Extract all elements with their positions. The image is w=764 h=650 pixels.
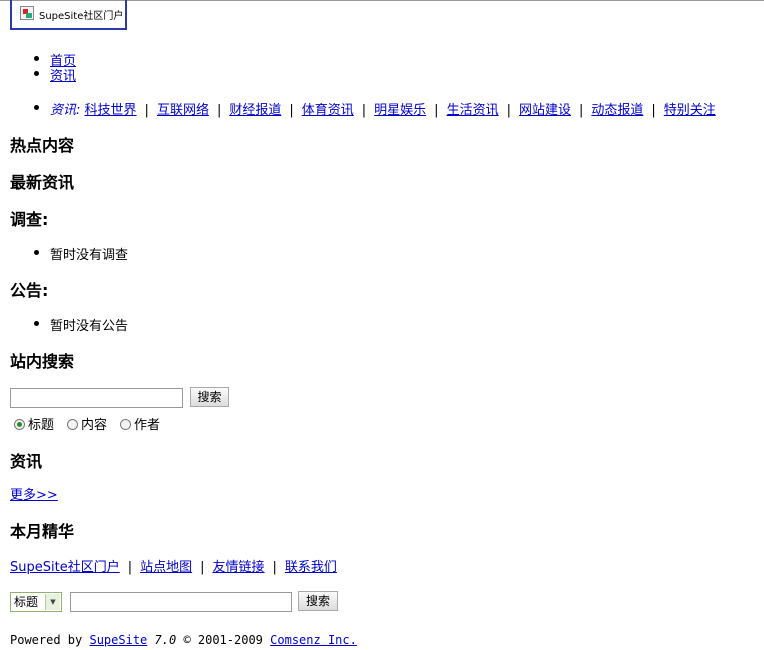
chevron-down-icon: ▼ [45, 594, 60, 610]
radio-author[interactable]: 作者 [120, 414, 160, 433]
radio-unchecked-icon [120, 419, 131, 430]
search-input[interactable] [10, 388, 183, 408]
radio-checked-icon [14, 419, 25, 430]
poll-empty-text: 暂时没有调查 [50, 248, 129, 263]
version: 7.0 [154, 633, 177, 647]
separator: | [651, 103, 656, 118]
search-type-select[interactable]: 标题 ▼ [10, 592, 62, 612]
search-button[interactable]: 搜索 [190, 387, 229, 407]
nav-item-news: 资讯 [34, 65, 76, 84]
list-item: 暂时没有调查 [34, 244, 128, 263]
bottom-search-input[interactable] [70, 592, 292, 612]
sub-nav-link[interactable]: 互联网络 [157, 103, 209, 118]
sub-nav-link[interactable]: 明星娱乐 [374, 103, 426, 118]
radio-unchecked-icon [67, 419, 78, 430]
radio-title[interactable]: 标题 [14, 414, 54, 433]
supesite-link[interactable]: SupeSite [89, 633, 147, 647]
sub-nav-link[interactable]: 生活资讯 [447, 103, 499, 118]
heading-search: 站内搜索 [10, 352, 75, 371]
broken-image-icon [20, 6, 34, 20]
list-item: 暂时没有公告 [34, 315, 128, 334]
heading-latest: 最新资讯 [10, 173, 75, 192]
site-logo[interactable]: SupeSite社区门户 [10, 0, 127, 30]
footer-link-friends[interactable]: 友情链接 [213, 560, 265, 575]
separator: | [127, 560, 133, 575]
heading-hot: 热点内容 [10, 136, 75, 155]
sub-nav-caption: 资讯: [50, 103, 81, 118]
more-link[interactable]: 更多>> [10, 484, 58, 503]
separator: | [361, 103, 367, 118]
sub-nav-link[interactable]: 财经报道 [229, 103, 281, 118]
nav-link-news[interactable]: 资讯 [50, 69, 76, 84]
comsenz-link[interactable]: Comsenz Inc. [270, 633, 357, 647]
heading-poll: 调查: [10, 210, 49, 229]
heading-monthly: 本月精华 [10, 522, 75, 541]
footer-copyright: Powered by SupeSite 7.0 © 2001-2009 Coms… [10, 633, 357, 647]
sub-nav-link[interactable]: 网站建设 [519, 103, 571, 118]
separator: | [578, 103, 584, 118]
separator: | [506, 103, 511, 118]
footer-links: SupeSite社区门户 | 站点地图 | 友情链接 | 联系我们 [10, 556, 337, 575]
footer-link-contact[interactable]: 联系我们 [285, 560, 337, 575]
separator: | [434, 103, 439, 118]
sub-nav-link[interactable]: 特别关注 [664, 103, 716, 118]
separator: | [289, 103, 294, 118]
footer-link-sitemap[interactable]: 站点地图 [140, 560, 192, 575]
bottom-search-button[interactable]: 搜索 [298, 591, 338, 611]
sub-nav-row: 资讯: 科技世界 | 互联网络 | 财经报道 | 体育资讯 | 明星娱乐 | 生活资讯 | 网站建设 | 动… [34, 99, 716, 118]
sub-nav-link[interactable]: 体育资讯 [302, 103, 354, 118]
sub-nav-link[interactable]: 科技世界 [85, 103, 137, 118]
heading-news: 资讯 [10, 452, 43, 471]
separator: | [144, 103, 149, 118]
radio-content[interactable]: 内容 [67, 414, 107, 433]
sub-nav-link[interactable]: 动态报道 [591, 103, 643, 118]
notice-empty-text: 暂时没有公告 [50, 319, 129, 334]
separator: | [200, 560, 205, 575]
separator: | [216, 103, 222, 118]
heading-notice: 公告: [10, 281, 49, 300]
separator: | [272, 560, 277, 575]
logo-text: SupeSite社区门户 [39, 11, 124, 22]
footer-link-home[interactable]: SupeSite社区门户 [10, 560, 120, 575]
